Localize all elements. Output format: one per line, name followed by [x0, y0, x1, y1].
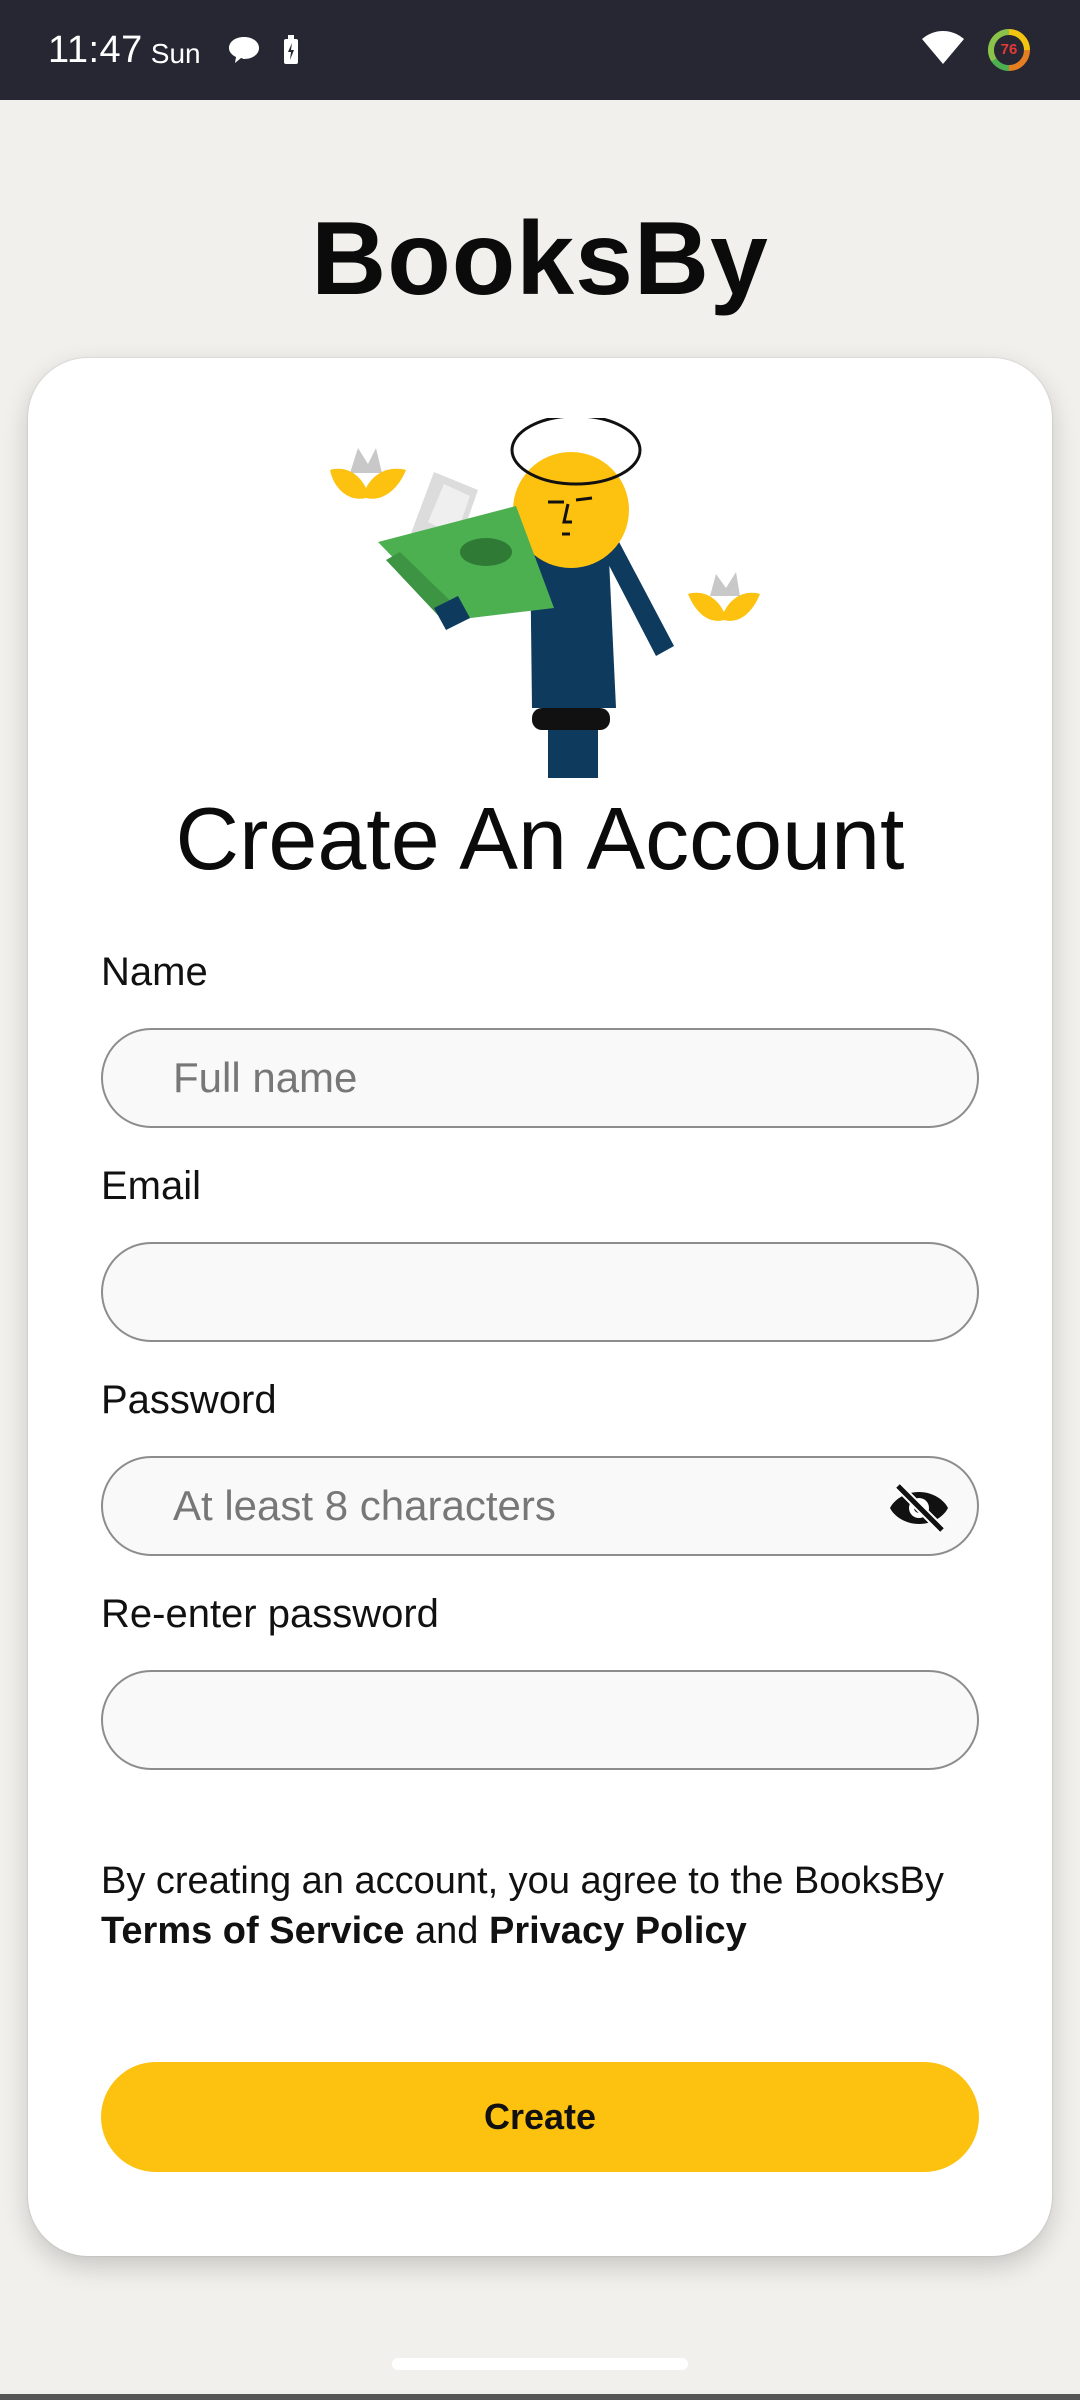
password-field[interactable]	[101, 1456, 979, 1556]
terms-prefix: By creating an account, you agree to the…	[101, 1860, 944, 1902]
chat-bubble-icon	[227, 35, 261, 65]
confirm-password-label: Re-enter password	[101, 1592, 439, 1636]
confirm-password-input[interactable]	[173, 1696, 873, 1744]
battery-level: 76	[1000, 41, 1018, 58]
flower-left	[330, 448, 406, 499]
status-bar: 11:47 Sun 76	[0, 0, 1080, 100]
name-input[interactable]	[173, 1054, 873, 1102]
flower-right	[688, 572, 760, 621]
page-heading: Create An Account	[175, 789, 905, 888]
eye-off-icon[interactable]	[887, 1480, 951, 1536]
name-field[interactable]	[101, 1028, 979, 1128]
password-input[interactable]	[173, 1482, 873, 1530]
terms-text: By creating an account, you agree to the…	[101, 1856, 1001, 1956]
confirm-password-field[interactable]	[101, 1670, 979, 1770]
battery-icon	[283, 35, 299, 65]
app-title: BooksBy	[311, 201, 769, 317]
terms-conjunction: and	[415, 1910, 479, 1952]
email-label: Email	[101, 1164, 202, 1208]
email-input[interactable]	[173, 1268, 873, 1316]
signup-card: Create An Account Name Email Password Re…	[28, 358, 1052, 2256]
name-label: Name	[101, 950, 208, 994]
create-button[interactable]: Create	[101, 2062, 979, 2172]
battery-ring-icon: 76	[986, 27, 1032, 73]
reading-person-illustration	[330, 418, 760, 778]
terms-of-service-link[interactable]: Terms of Service	[101, 1910, 404, 1952]
bottom-edge	[0, 2394, 1080, 2400]
wifi-icon	[922, 30, 964, 70]
home-indicator[interactable]	[392, 2358, 688, 2370]
privacy-policy-link[interactable]: Privacy Policy	[489, 1910, 747, 1952]
status-time: 11:47	[48, 28, 143, 71]
email-field[interactable]	[101, 1242, 979, 1342]
status-day: Sun	[150, 38, 201, 69]
password-label: Password	[101, 1378, 277, 1422]
